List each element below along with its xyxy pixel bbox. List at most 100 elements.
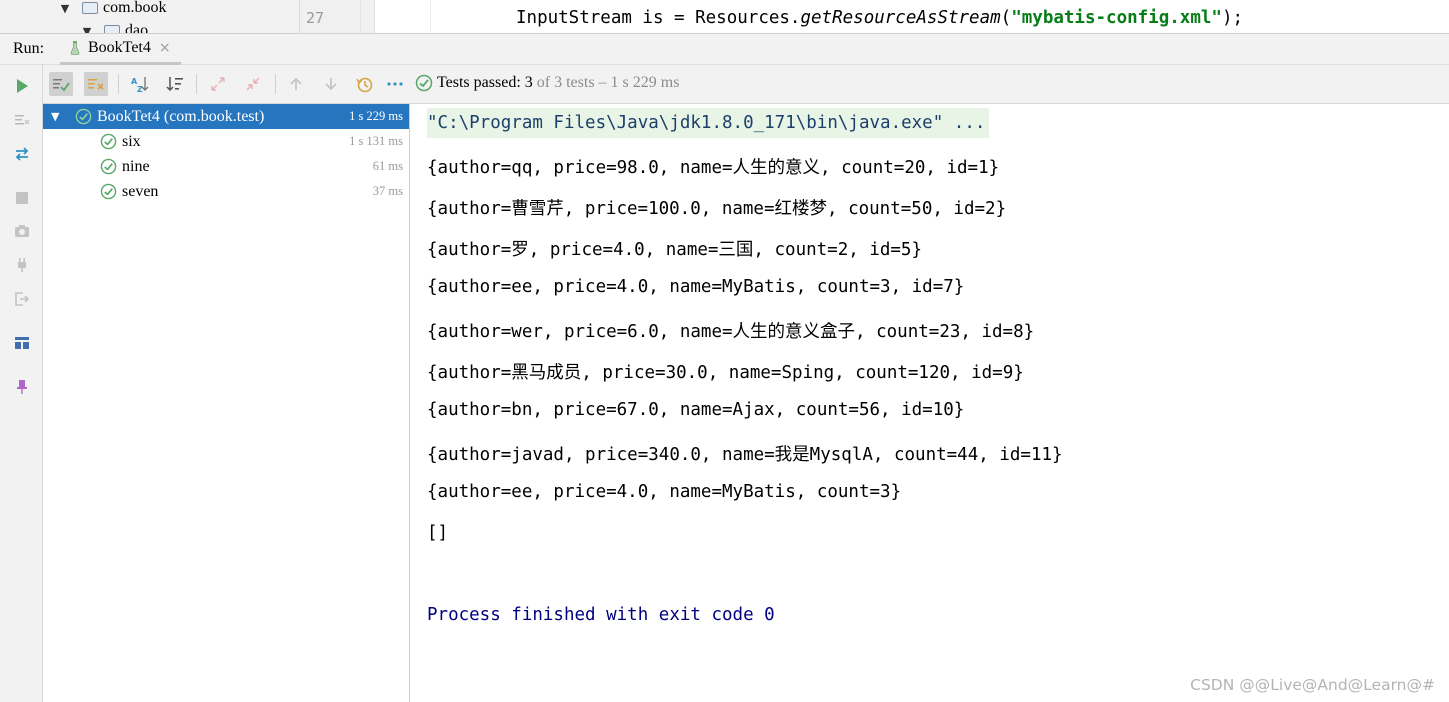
run-toolbar: A Z Tests passed: 3 of 3 tests – 1 s 229… bbox=[43, 65, 1449, 104]
code-editor[interactable]: InputStream is = Resources.getResourceAs… bbox=[376, 0, 1449, 33]
console-line: {author=ee, price=4.0, name=MyBatis, cou… bbox=[427, 482, 902, 502]
next-failed-button[interactable] bbox=[319, 72, 343, 96]
console-line: {author=ee, price=4.0, name=MyBatis, cou… bbox=[427, 277, 965, 297]
test-passed-icon bbox=[100, 158, 117, 175]
toolbar-divider bbox=[275, 74, 276, 94]
console-line: {author=bn, price=67.0, name=Ajax, count… bbox=[427, 400, 965, 420]
layout-button[interactable] bbox=[12, 333, 32, 353]
test-suite-name: BookTet4 (com.book.test) bbox=[97, 107, 265, 125]
pin-icon bbox=[17, 380, 27, 394]
code-close: ); bbox=[1221, 8, 1244, 28]
previous-failed-button[interactable] bbox=[284, 72, 308, 96]
process-exit-line: Process finished with exit code 0 bbox=[427, 605, 775, 625]
show-ignored-icon bbox=[88, 79, 104, 90]
console-output[interactable]: "C:\Program Files\Java\jdk1.8.0_171\bin\… bbox=[411, 104, 1449, 702]
console-line: {author=曹雪芹, price=100.0, name=红楼梦, coun… bbox=[427, 199, 1007, 219]
console-line: [] bbox=[427, 523, 449, 543]
svg-text:Z: Z bbox=[137, 85, 143, 93]
run-window-header: Run: BookTet4 × bbox=[0, 33, 1449, 65]
run-label: Run: bbox=[13, 40, 45, 57]
expand-icon bbox=[211, 77, 225, 91]
test-row[interactable]: nine 61 ms bbox=[43, 154, 409, 179]
console-line: {author=wer, price=6.0, name=人生的意义盒子, co… bbox=[427, 322, 1035, 342]
history-clock-icon bbox=[356, 77, 373, 93]
status-passed-count: 3 bbox=[524, 74, 533, 91]
sort-duration-icon bbox=[166, 77, 183, 92]
indent-guide bbox=[430, 0, 431, 33]
collapse-icon bbox=[246, 77, 260, 91]
exit-button[interactable] bbox=[12, 289, 32, 309]
test-passed-icon bbox=[415, 74, 433, 92]
status-passed-label: Tests passed: bbox=[437, 74, 525, 91]
test-duration: 61 ms bbox=[372, 159, 403, 173]
tree-item-label: dao bbox=[125, 22, 149, 33]
test-passed-icon bbox=[100, 133, 117, 150]
sort-alphabetically-button[interactable]: A Z bbox=[128, 72, 152, 96]
test-row[interactable]: seven 37 ms bbox=[43, 179, 409, 204]
test-name: seven bbox=[122, 182, 159, 200]
test-history-button[interactable] bbox=[353, 72, 377, 96]
chevron-down-icon[interactable]: ▼ bbox=[51, 110, 65, 123]
toggle-auto-test-button[interactable] bbox=[12, 144, 32, 164]
camera-icon bbox=[15, 225, 29, 237]
arrow-down-icon bbox=[325, 78, 337, 91]
code-text: InputStream is = Resources. bbox=[516, 8, 801, 28]
tree-item-com-book[interactable]: ▼ com.book bbox=[0, 0, 167, 17]
test-duration: 1 s 229 ms bbox=[349, 109, 403, 123]
editor-strip: ▼ com.book ▼ dao 27 InputStream is = Res… bbox=[0, 0, 1449, 33]
close-icon[interactable]: × bbox=[159, 40, 171, 56]
sort-by-duration-button[interactable] bbox=[163, 72, 187, 96]
chevron-down-icon[interactable]: ▼ bbox=[58, 2, 72, 15]
screenshot-button[interactable] bbox=[12, 221, 32, 241]
sort-az-icon: A Z bbox=[131, 77, 149, 93]
more-dots-icon bbox=[387, 82, 403, 86]
attach-debugger-button[interactable] bbox=[12, 255, 32, 275]
test-row[interactable]: six 1 s 131 ms bbox=[43, 129, 409, 154]
test-status: Tests passed: 3 of 3 tests – 1 s 229 ms bbox=[415, 74, 679, 92]
play-icon bbox=[17, 79, 28, 93]
arrow-up-icon bbox=[290, 77, 302, 90]
rerun-failed-icon bbox=[15, 115, 30, 125]
more-options-button[interactable] bbox=[383, 72, 407, 96]
chevron-down-icon[interactable]: ▼ bbox=[80, 25, 94, 34]
layout-icon bbox=[15, 337, 29, 349]
pin-tab-button[interactable] bbox=[12, 377, 32, 397]
rerun-button[interactable] bbox=[12, 76, 32, 96]
gutter-divider bbox=[360, 0, 361, 33]
code-line[interactable]: InputStream is = Resources.getResourceAs… bbox=[516, 8, 1243, 28]
show-passed-icon bbox=[53, 79, 70, 92]
expand-all-button[interactable] bbox=[206, 72, 230, 96]
test-flask-icon bbox=[70, 41, 80, 55]
test-suite-row[interactable]: ▼ BookTet4 (com.book.test) 1 s 229 ms bbox=[43, 104, 409, 129]
console-line: {author=黑马成员, price=30.0, name=Sping, co… bbox=[427, 363, 1024, 383]
code-method: getResourceAsStream bbox=[800, 8, 1001, 28]
run-side-toolbar bbox=[0, 65, 43, 702]
test-name: six bbox=[122, 132, 141, 150]
exit-icon bbox=[15, 292, 30, 306]
tab-title: BookTet4 bbox=[88, 39, 151, 56]
code-string: "mybatis-config.xml" bbox=[1011, 8, 1222, 28]
collapse-all-button[interactable] bbox=[241, 72, 265, 96]
console-command-line[interactable]: "C:\Program Files\Java\jdk1.8.0_171\bin\… bbox=[427, 108, 990, 138]
rerun-failed-button[interactable] bbox=[12, 110, 32, 130]
test-duration: 37 ms bbox=[372, 184, 403, 198]
line-number: 27 bbox=[306, 9, 325, 27]
tree-item-dao[interactable]: ▼ dao bbox=[0, 22, 148, 33]
toolbar-divider bbox=[118, 74, 119, 94]
stop-icon bbox=[16, 192, 28, 204]
stop-button[interactable] bbox=[12, 188, 32, 208]
show-ignored-button[interactable] bbox=[84, 72, 108, 96]
test-passed-icon bbox=[75, 108, 92, 125]
project-tree: ▼ com.book ▼ dao bbox=[0, 0, 299, 33]
show-passed-button[interactable] bbox=[49, 72, 73, 96]
status-summary: of 3 tests – 1 s 229 ms bbox=[532, 74, 680, 91]
code-paren: ( bbox=[1000, 8, 1012, 28]
test-passed-icon bbox=[100, 183, 117, 200]
folder-icon bbox=[82, 2, 98, 14]
plug-icon bbox=[18, 258, 26, 272]
tree-item-label: com.book bbox=[103, 0, 167, 16]
test-results-tree: ▼ BookTet4 (com.book.test) 1 s 229 ms si… bbox=[43, 104, 410, 702]
test-name: nine bbox=[122, 157, 150, 175]
console-line: {author=qq, price=98.0, name=人生的意义, coun… bbox=[427, 158, 1000, 178]
tab-booktet4[interactable]: BookTet4 × bbox=[60, 34, 181, 65]
